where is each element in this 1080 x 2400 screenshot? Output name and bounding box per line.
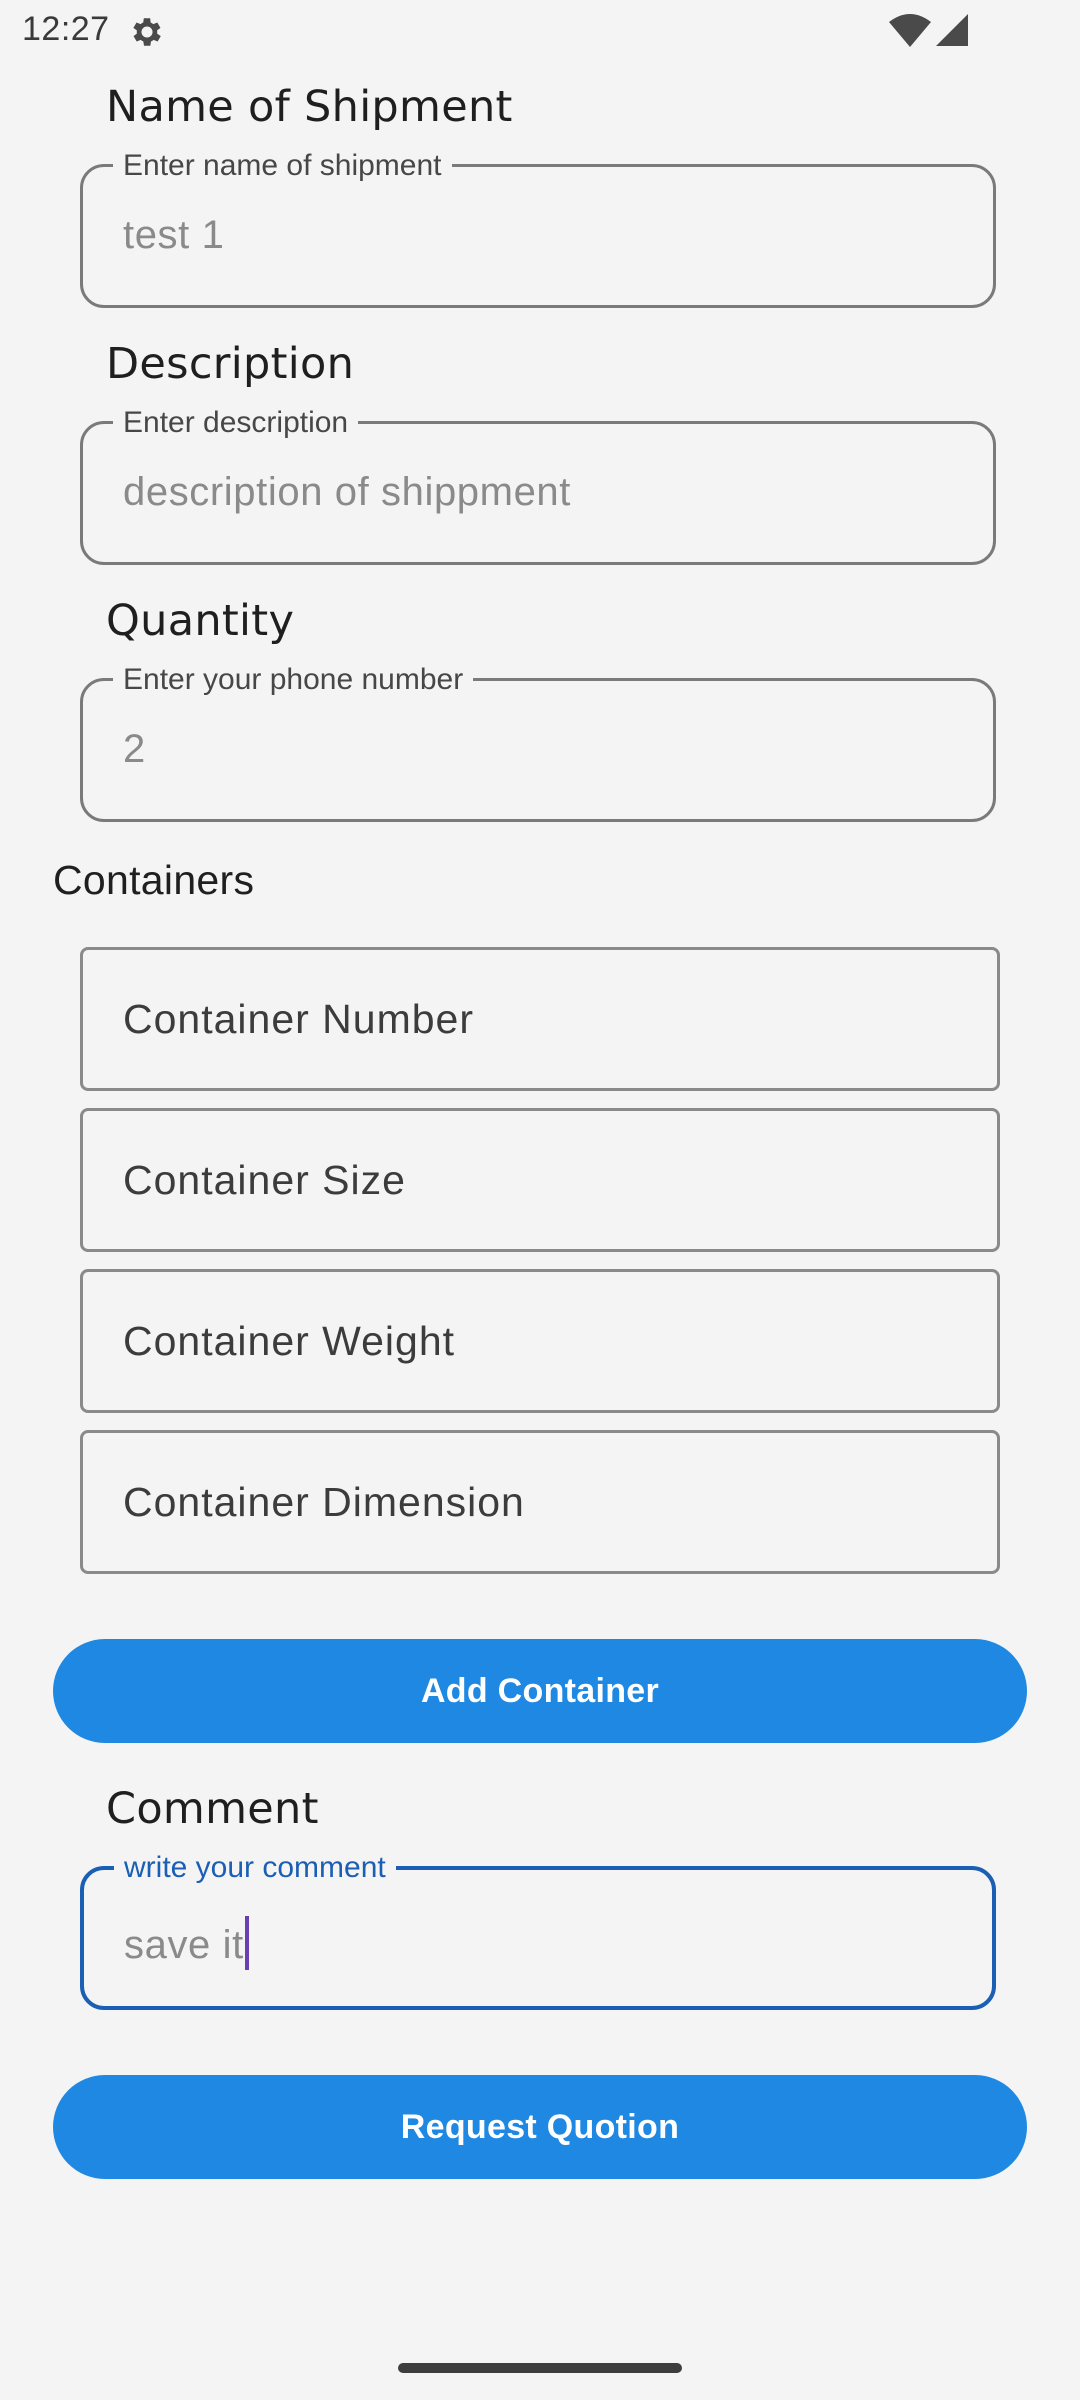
shipment-name-field[interactable]: Enter name of shipment test 1 [80, 149, 996, 308]
container-number-field[interactable]: Container Number [80, 947, 1000, 1091]
description-value: description of shippment [123, 470, 571, 514]
container-dimension-placeholder: Container Dimension [123, 1479, 525, 1525]
quantity-field-label: Enter your phone number [113, 663, 474, 697]
text-caret [244, 1916, 249, 1970]
add-container-button[interactable]: Add Container [53, 1639, 1027, 1743]
description-field-label: Enter description [113, 406, 359, 440]
status-bar: 12:27 [0, 0, 1080, 62]
container-dimension-field[interactable]: Container Dimension [80, 1430, 1000, 1574]
request-quotation-button[interactable]: Request Quotion [53, 2075, 1027, 2179]
shipment-name-section-label: Name of Shipment [106, 82, 513, 132]
containers-section-label: Containers [53, 857, 255, 903]
description-field[interactable]: Enter description description of shippme… [80, 406, 996, 565]
comment-value-wrap: save it [124, 1916, 249, 1970]
quantity-section-label: Quantity [106, 596, 295, 646]
comment-section-label: Comment [106, 1784, 319, 1834]
gear-icon [133, 18, 161, 46]
shipment-name-value: test 1 [123, 213, 225, 257]
gesture-navigation-bar[interactable] [398, 2363, 682, 2373]
container-size-placeholder: Container Size [123, 1157, 406, 1203]
comment-value: save it [124, 1923, 244, 1967]
comment-field-label: write your comment [114, 1851, 396, 1885]
container-weight-placeholder: Container Weight [123, 1318, 456, 1364]
quantity-value: 2 [123, 727, 146, 771]
signal-icon [936, 14, 968, 46]
comment-field[interactable]: write your comment save it [80, 1851, 996, 2010]
quantity-field[interactable]: Enter your phone number 2 [80, 663, 996, 822]
container-number-placeholder: Container Number [123, 996, 474, 1042]
container-weight-field[interactable]: Container Weight [80, 1269, 1000, 1413]
wifi-icon [889, 14, 931, 47]
container-size-field[interactable]: Container Size [80, 1108, 1000, 1252]
description-section-label: Description [106, 339, 355, 389]
status-time: 12:27 [22, 10, 110, 48]
shipment-name-field-label: Enter name of shipment [113, 149, 452, 183]
